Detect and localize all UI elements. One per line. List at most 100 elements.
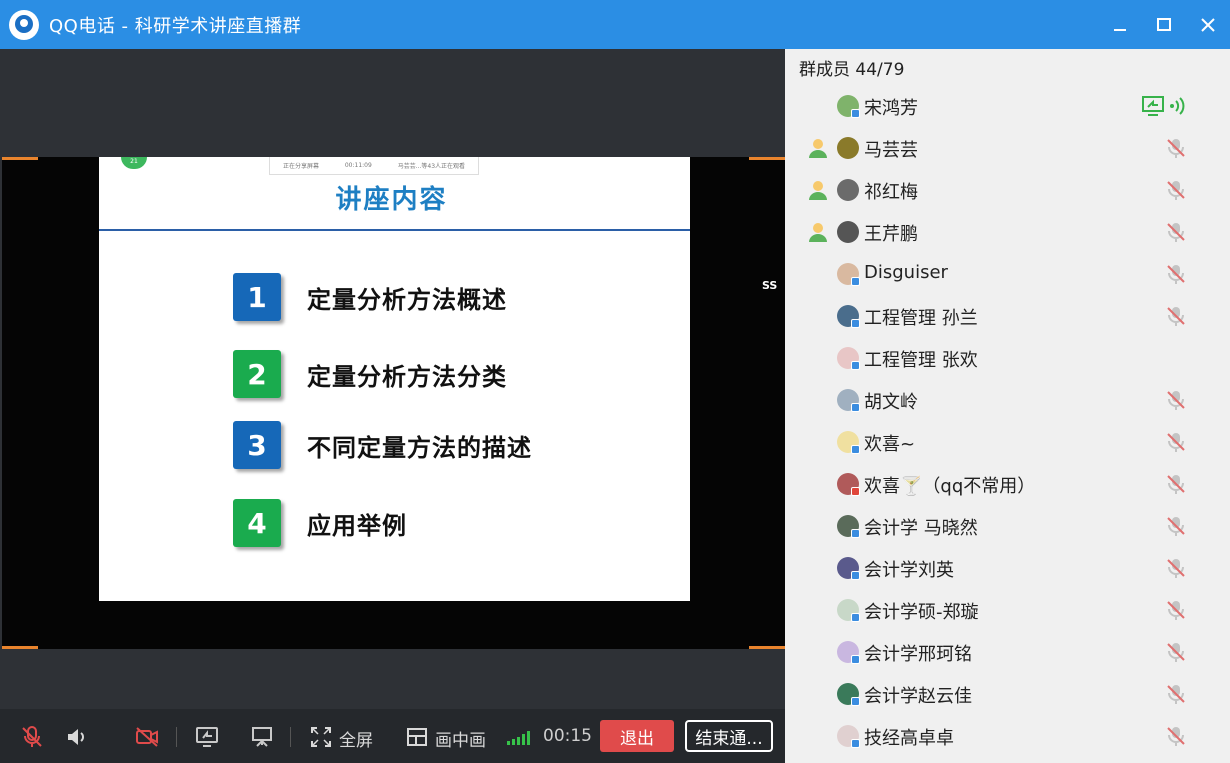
camera-toggle-button[interactable]: [134, 725, 160, 749]
fullscreen-button[interactable]: [308, 725, 334, 749]
mic-toggle-button[interactable]: [19, 725, 45, 749]
role-user-icon: [807, 137, 829, 159]
device-badge-icon: [851, 697, 860, 706]
mic-off-icon[interactable]: [1165, 389, 1187, 411]
mic-off-icon[interactable]: [1165, 179, 1187, 201]
role-user-icon: [807, 221, 829, 243]
slide-item: 2 定量分析方法分类: [233, 350, 507, 398]
signal-icon: [507, 731, 530, 745]
mic-off-icon[interactable]: [1165, 473, 1187, 495]
member-row[interactable]: 祁红梅: [785, 169, 1230, 211]
slide-item-number: 1: [233, 273, 281, 321]
role-user-icon: [807, 179, 829, 201]
mic-off-icon[interactable]: [1165, 683, 1187, 705]
mic-off-icon[interactable]: [1165, 557, 1187, 579]
member-name: 王芹鹏: [864, 224, 918, 245]
slide-item: 4 应用举例: [233, 499, 407, 547]
device-badge-icon: [851, 529, 860, 538]
mic-off-icon[interactable]: [1165, 515, 1187, 537]
member-row[interactable]: 会计学刘英: [785, 547, 1230, 589]
speaker-button[interactable]: [64, 725, 90, 749]
qq-phone-logo: [9, 9, 39, 40]
device-badge-icon: [851, 739, 860, 748]
presentation-icon: [252, 727, 272, 747]
slide-item: 1 定量分析方法概述: [233, 273, 507, 321]
mic-off-icon[interactable]: [1165, 599, 1187, 621]
presentation-button[interactable]: [249, 725, 275, 749]
member-row[interactable]: 马芸芸: [785, 127, 1230, 169]
share-strip-time: 00:11:09: [344, 162, 372, 169]
member-panel: 群成员 44/79 宋鸿芳 马芸芸 祁红梅 王芹鹏 Disguiser 工程管理 孙兰 工程…: [785, 49, 1230, 763]
member-name: 马芸芸: [864, 140, 918, 161]
side-mark: SS: [762, 279, 778, 292]
minimize-icon: [1114, 28, 1126, 31]
mic-off-icon[interactable]: [1165, 641, 1187, 663]
member-row[interactable]: 工程管理 张欢: [785, 337, 1230, 379]
mic-off-icon[interactable]: [1165, 221, 1187, 243]
member-row[interactable]: 欢喜~: [785, 421, 1230, 463]
slide-title: 讲座内容: [335, 185, 448, 215]
mic-off-icon[interactable]: [1165, 263, 1187, 285]
share-strip-viewers: 马芸芸...等43人正在观看: [397, 163, 466, 170]
device-badge-icon: [851, 445, 860, 454]
member-row[interactable]: 会计学硕-郑璇: [785, 589, 1230, 631]
device-badge-icon: [851, 361, 860, 370]
slide-item-number: 4: [233, 499, 281, 547]
fullscreen-label[interactable]: 全屏: [339, 726, 373, 751]
member-row[interactable]: 会计学 马晓然: [785, 505, 1230, 547]
device-badge-icon: [851, 655, 860, 664]
avatar[interactable]: [837, 179, 859, 201]
device-badge-icon: [851, 319, 860, 328]
member-name: 会计学刘英: [864, 560, 954, 581]
member-row[interactable]: 会计学赵云佳: [785, 673, 1230, 715]
avatar[interactable]: [837, 221, 859, 243]
member-name: 会计学邢珂铭: [864, 644, 972, 665]
fullscreen-icon: [311, 727, 331, 747]
mic-off-icon[interactable]: [1165, 431, 1187, 453]
member-row[interactable]: 会计学邢珂铭: [785, 631, 1230, 673]
mic-off-icon[interactable]: [1165, 305, 1187, 327]
minimize-button[interactable]: [1098, 0, 1142, 49]
member-row[interactable]: Disguiser: [785, 253, 1230, 295]
member-name: 宋鸿芳: [864, 98, 918, 119]
member-name: 欢喜~: [864, 434, 916, 455]
pip-label[interactable]: 画中画: [435, 726, 486, 751]
slide-item-number: 2: [233, 350, 281, 398]
member-row[interactable]: 欢喜🍸（qq不常用）: [785, 463, 1230, 505]
member-row[interactable]: 技经高卓卓: [785, 715, 1230, 757]
close-icon: [1201, 17, 1215, 32]
mic-off-icon[interactable]: [1165, 725, 1187, 747]
exit-button[interactable]: 退出: [600, 720, 674, 752]
member-row[interactable]: 胡文岭: [785, 379, 1230, 421]
device-badge-icon: [851, 403, 860, 412]
member-name: 工程管理 张欢: [864, 350, 978, 371]
member-name: 工程管理 孙兰: [864, 308, 978, 329]
member-row[interactable]: 工程管理 孙兰: [785, 295, 1230, 337]
member-name: 技经高卓卓: [864, 728, 954, 749]
member-name: 欢喜🍸（qq不常用）: [864, 476, 1036, 497]
slide-item-text: 定量分析方法概述: [307, 285, 507, 314]
end-call-button[interactable]: 结束通...: [685, 720, 773, 752]
member-row[interactable]: 宋鸿芳: [785, 85, 1230, 127]
slide-item-text: 不同定量方法的描述: [307, 433, 532, 462]
slide-item-number: 3: [233, 421, 281, 469]
toolbar-divider: [176, 727, 177, 747]
mic-off-icon[interactable]: [1165, 137, 1187, 159]
shared-screen[interactable]: 21 正在分享屏幕 00:11:09 马芸芸...等43人正在观看 讲座内容 1…: [2, 157, 785, 649]
call-toolbar: 全屏 画中画 00:15 退出 结束通...: [0, 709, 785, 763]
pip-button[interactable]: [404, 725, 430, 749]
window-controls: [1098, 0, 1230, 49]
member-row[interactable]: 王芹鹏: [785, 211, 1230, 253]
member-name: 会计学赵云佳: [864, 686, 972, 707]
slide-item: 3 不同定量方法的描述: [233, 421, 532, 469]
close-button[interactable]: [1186, 0, 1230, 49]
slide-item-text: 应用举例: [307, 511, 407, 540]
pip-icon: [407, 728, 427, 746]
avatar[interactable]: [837, 137, 859, 159]
screen-share-button[interactable]: [194, 725, 220, 749]
call-timer: 00:15: [543, 726, 592, 746]
device-badge-icon: [851, 487, 860, 496]
sharing-status: [1142, 94, 1190, 118]
maximize-button[interactable]: [1142, 0, 1186, 49]
window-title: QQ电话 - 科研学术讲座直播群: [49, 15, 302, 37]
